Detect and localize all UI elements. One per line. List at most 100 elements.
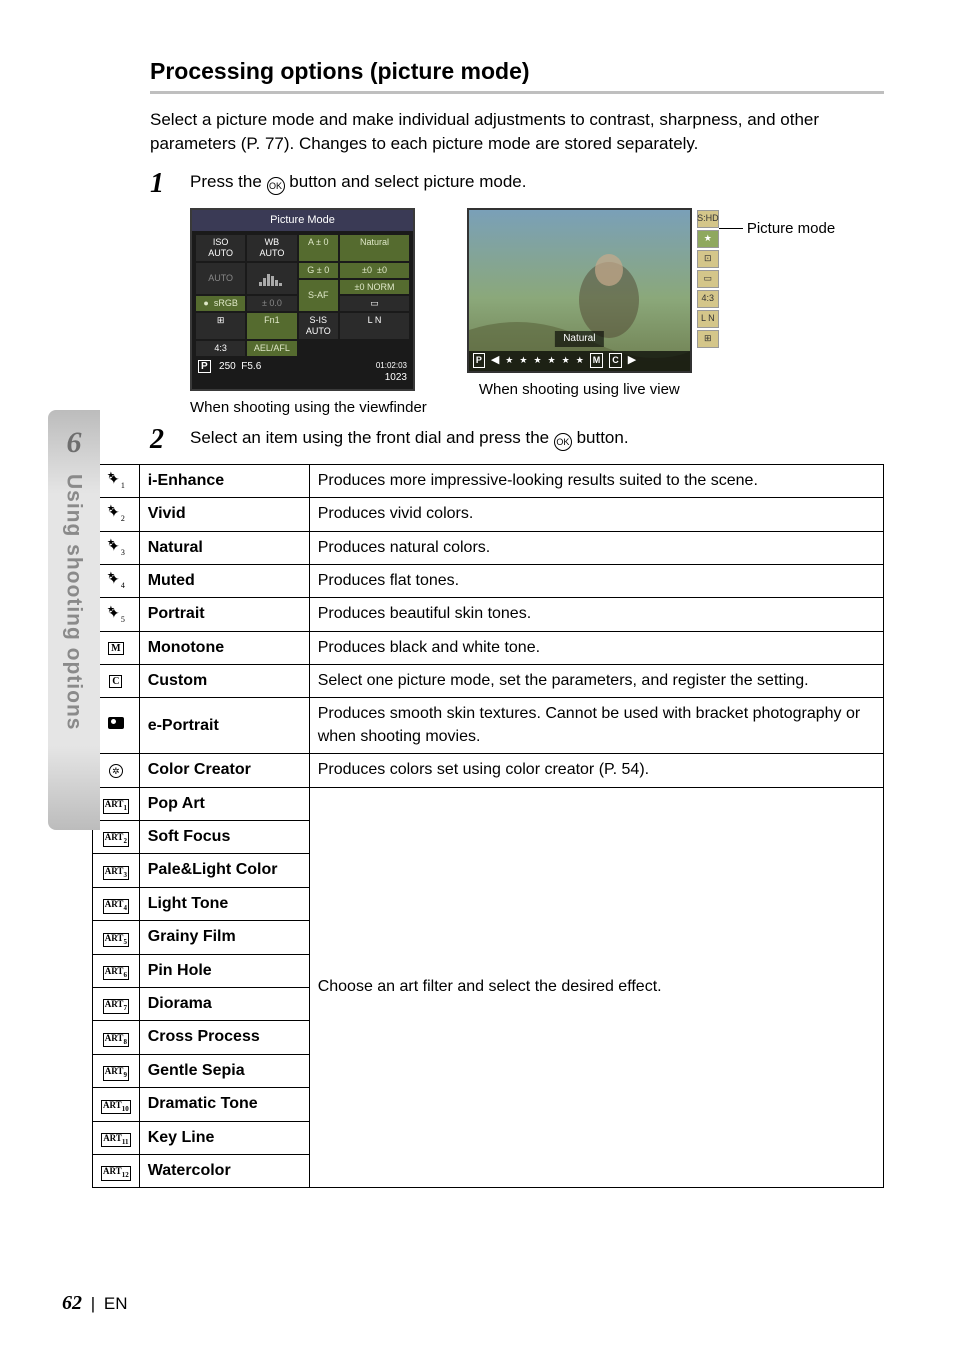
chapter-label: Using shooting options [59,474,88,730]
page-footer: 62 | EN [62,1289,128,1317]
art4-icon: ART4 [93,887,140,920]
mode-name: e-Portrait [139,698,309,754]
viewfinder-panel: Picture Mode ISO AUTO WB AUTO A ± 0 Natu… [190,208,427,418]
mode-name: Cross Process [139,1021,309,1054]
shutter-value: 250 [219,361,236,372]
table-row: ✦3 Natural Produces natural colors. [93,531,884,564]
table-row: C Custom Select one picture mode, set th… [93,665,884,698]
mode-name: i-Enhance [139,464,309,497]
side-icon-3: ▭ [697,270,719,288]
step-1-number: 1 [150,170,174,198]
step-1: 1 Press the OK button and select picture… [150,170,884,198]
mode-name: Muted [139,564,309,597]
title-underline [150,91,884,94]
hist-cell [247,263,296,295]
mode-desc: Produces colors set using color creator … [309,754,883,787]
art6-icon: ART6 [93,954,140,987]
mode-desc: Produces smooth skin textures. Cannot be… [309,698,883,754]
table-row: M Monotone Produces black and white tone… [93,631,884,664]
mode-name: Watercolor [139,1154,309,1187]
mode-desc: Produces vivid colors. [309,498,883,531]
live-tag: Natural [555,331,603,347]
mode-name: Soft Focus [139,821,309,854]
table-row: ✲ Color Creator Produces colors set usin… [93,754,884,787]
rec-time: 01:02:03 [376,360,407,371]
side-icon-5: L N [697,310,719,328]
art7-icon: ART7 [93,987,140,1020]
side-icon-2: ⊡ [697,250,719,268]
mode-name: Pop Art [139,787,309,820]
grid-cell: ⊞ [196,313,245,339]
liveview-caption: When shooting using live view [467,379,692,400]
art10-icon: ART10 [93,1088,140,1121]
mode-desc: Select one picture mode, set the paramet… [309,665,883,698]
live-screen: Natural P ◀ ★ ★ ★ ★ ★ ★ M C ▶ S:HD ★ [467,208,692,373]
table-row: ✦2 Vivid Produces vivid colors. [93,498,884,531]
mode-desc: Produces natural colors. [309,531,883,564]
step-2-number: 2 [150,426,174,454]
fnum-value: F5.6 [241,361,261,372]
mode-desc: Produces black and white tone. [309,631,883,664]
iso-cell: ISO AUTO [196,235,245,261]
live-strip: P ◀ ★ ★ ★ ★ ★ ★ M C ▶ [469,351,690,371]
step-2-text: Select an item using the front dial and … [190,426,629,451]
lcd-header: Picture Mode [192,210,413,231]
art11-icon: ART11 [93,1121,140,1154]
leader-label: Picture mode [747,218,835,239]
screenshots-row: Picture Mode ISO AUTO WB AUTO A ± 0 Natu… [190,208,884,418]
mode-name: Pin Hole [139,954,309,987]
section-intro: Select a picture mode and make individua… [150,108,884,156]
norm-cell: ±0 NORM [340,280,409,295]
ael-cell: AEL/AFL [247,341,296,356]
table-row: ✦4 Muted Produces flat tones. [93,564,884,597]
right-arrow-icon: ▶ [628,353,636,368]
g-cell: G ± 0 [299,263,338,278]
mode-desc: Produces more impressive-looking results… [309,464,883,497]
side-icon-0: S:HD [697,210,719,228]
mode-name: Dramatic Tone [139,1088,309,1121]
shots-left: 1023 [376,371,407,385]
table-row: ART1 Pop Art Choose an art filter and se… [93,787,884,820]
picture-mode-table: ✦1 i-Enhance Produces more impressive-lo… [92,464,884,1189]
live-p-badge: P [473,353,485,368]
lcd-grid: ISO AUTO WB AUTO A ± 0 Natural AUTO G ± … [196,235,409,355]
lcd-footer: P 250 F5.6 01:02:03 1023 [196,356,409,385]
saf-cell: S-AF [299,280,338,312]
mode-name: Grainy Film [139,921,309,954]
sr-cell: ±0 ±0 [340,263,409,278]
fn-cell: Fn1 [247,313,296,339]
page-number: 62 [62,1292,82,1314]
mode-name: Monotone [139,631,309,664]
a-cell: A ± 0 [299,235,338,261]
chapter-number: 6 [67,422,82,464]
leader-line [719,228,743,229]
step-2: 2 Select an item using the front dial an… [150,426,884,454]
ok-button-icon: OK [554,433,572,451]
rect-cell: ▭ [340,296,409,311]
art3-icon: ART3 [93,854,140,887]
viewfinder-caption: When shooting using the viewfinder [190,397,427,418]
art-desc: Choose an art filter and select the desi… [309,787,883,1188]
ln-cell: L N [340,313,409,339]
left-arrow-icon: ◀ [491,353,499,368]
table-row: e-Portrait Produces smooth skin textures… [93,698,884,754]
mode-name: Light Tone [139,887,309,920]
liveview-panel: Natural P ◀ ★ ★ ★ ★ ★ ★ M C ▶ S:HD ★ [467,208,692,400]
sis-cell: S-IS AUTO [299,313,338,339]
mode-name: Diorama [139,987,309,1020]
page-lang: EN [104,1294,128,1313]
lcd-panel: Picture Mode ISO AUTO WB AUTO A ± 0 Natu… [190,208,415,391]
mode-name: Key Line [139,1121,309,1154]
ok-button-icon: OK [267,177,285,195]
srgb-cell: ● sRGB [196,296,245,311]
wb-cell: WB AUTO [247,235,296,261]
art5-icon: ART5 [93,921,140,954]
step-1-text: Press the OK button and select picture m… [190,170,526,195]
mode-name: Vivid [139,498,309,531]
side-icon-4: 4:3 [697,290,719,308]
art8-icon: ART8 [93,1021,140,1054]
section-title: Processing options (picture mode) [150,55,884,87]
ev-cell: ± 0.0 [247,296,296,311]
art12-icon: ART12 [93,1154,140,1187]
art9-icon: ART9 [93,1054,140,1087]
